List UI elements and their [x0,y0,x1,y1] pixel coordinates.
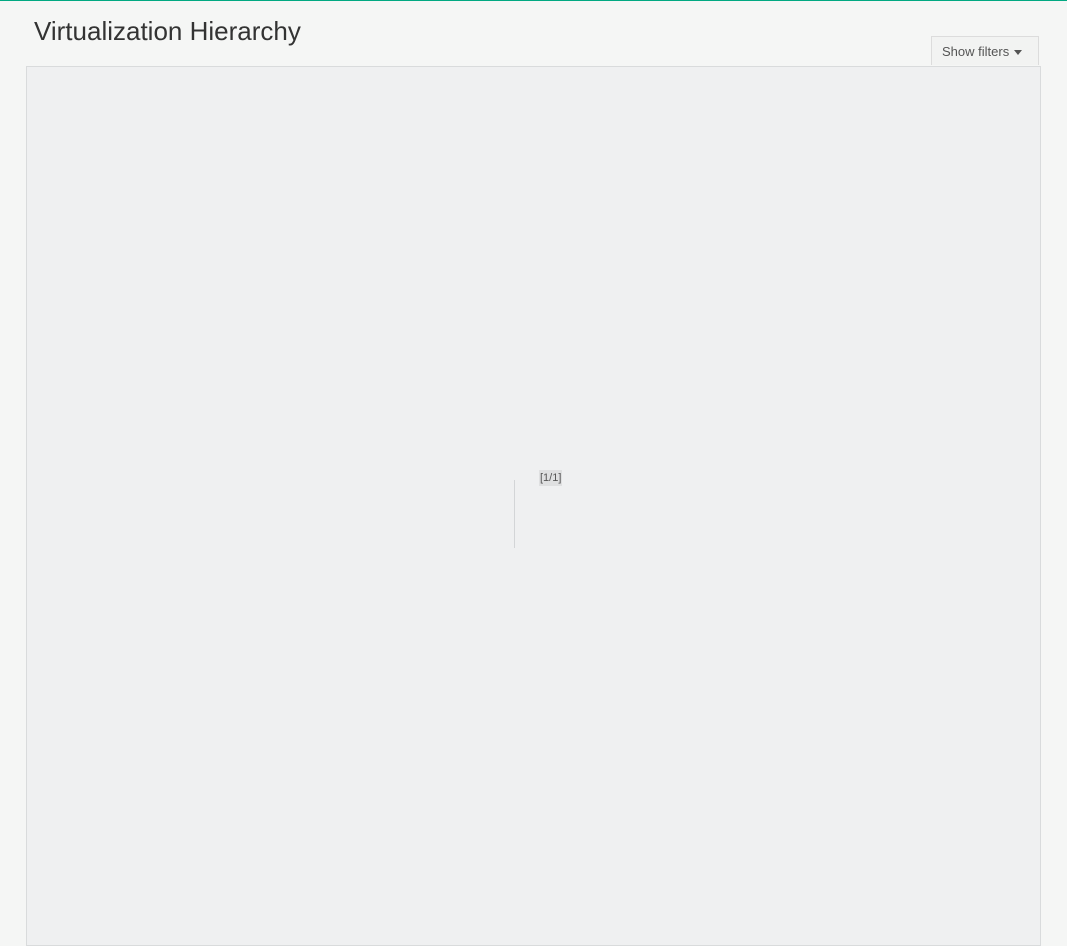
caret-down-icon [1014,49,1023,55]
hierarchy-canvas[interactable]: [1/1] [26,66,1041,946]
page-title: Virtualization Hierarchy [34,16,301,46]
hierarchy-connector-line [514,480,515,548]
show-filters-label: Show filters [942,43,1010,59]
top-accent-bar [0,0,1067,1]
show-filters-button[interactable]: Show filters [931,36,1039,65]
page-indicator[interactable]: [1/1] [539,470,563,486]
